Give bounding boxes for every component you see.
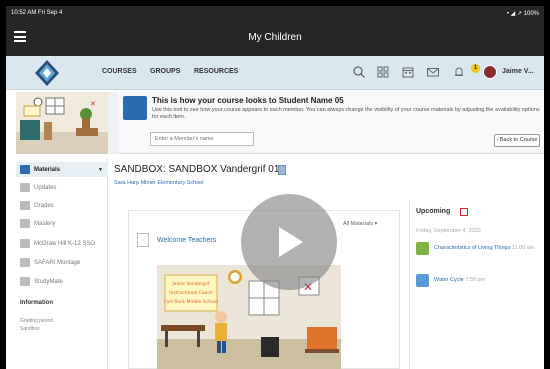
calendar-icon[interactable] xyxy=(401,65,415,79)
back-to-course-button[interactable]: ‹ Back to Course xyxy=(494,134,540,147)
grades-icon xyxy=(20,201,30,210)
app-screen: 10:52 AM Fri Sep 4 • ◢ ↗ 100% My Childre… xyxy=(6,6,544,369)
school-logo-icon[interactable] xyxy=(34,59,60,87)
grid-icon[interactable] xyxy=(376,65,390,79)
sidebar-item-materials[interactable]: Materials ▼ xyxy=(16,162,108,177)
mail-icon[interactable] xyxy=(426,65,440,79)
sidebar-item-label: SAFARI Montage xyxy=(34,259,81,266)
status-time: 10:52 AM Fri Sep 4 xyxy=(11,10,63,16)
sidebar-item-safari-montage[interactable]: SAFARI Montage xyxy=(16,255,108,270)
mcgraw-icon xyxy=(20,239,30,248)
sidebar-item-label: StudyMate xyxy=(34,278,63,285)
notification-badge: 1 xyxy=(471,64,480,73)
safari-icon xyxy=(20,258,30,267)
device-frame: 10:52 AM Fri Sep 4 • ◢ ↗ 100% My Childre… xyxy=(0,0,550,369)
page-icon xyxy=(137,233,149,247)
student-view-panel: This is how your course looks to Student… xyxy=(118,92,544,154)
assignment-icon xyxy=(416,274,429,287)
poster-line-1: Jaime Vandergrif xyxy=(171,281,210,287)
course-banner-image: ✕ xyxy=(16,92,108,154)
course-main: SANDBOX: SANDBOX Vandergrif 01 Sara Harp… xyxy=(114,158,544,369)
course-title: SANDBOX: SANDBOX Vandergrif 01 xyxy=(114,164,280,175)
sidebar-item-label: Grades xyxy=(34,202,54,209)
welcome-teachers-link[interactable]: Welcome Teachers xyxy=(157,237,216,244)
top-navigation: COURSES GROUPS RESOURCES 1 Jaime V... xyxy=(6,56,544,90)
upcoming-panel: Upcoming Friday, September 4, 2020 Chara… xyxy=(409,200,544,369)
materials-filter[interactable]: All Materials ▾ xyxy=(343,221,377,227)
avatar[interactable] xyxy=(483,65,497,79)
search-icon[interactable] xyxy=(352,65,366,79)
bell-icon[interactable] xyxy=(452,65,466,79)
course-options-icon[interactable] xyxy=(278,165,286,175)
sidebar-item-label: Materials xyxy=(34,166,61,173)
nav-resources[interactable]: RESOURCES xyxy=(194,68,238,75)
status-indicators: • ◢ ↗ 100% xyxy=(506,10,539,17)
nav-groups[interactable]: GROUPS xyxy=(150,68,180,75)
school-link[interactable]: Sara Harp Minter Elementary School xyxy=(114,180,204,186)
student-view-icon xyxy=(123,96,147,120)
studymate-icon xyxy=(20,277,30,286)
chevron-down-icon: ▼ xyxy=(98,166,103,173)
upcoming-item[interactable]: Water Cycle 7:59 pm xyxy=(416,274,544,290)
sidebar-item-studymate[interactable]: StudyMate xyxy=(16,274,108,289)
banner-title: This is how your course looks to Student… xyxy=(152,96,344,105)
play-video-button[interactable] xyxy=(241,194,337,290)
sidebar-item-mastery[interactable]: Mastery xyxy=(16,216,108,231)
user-menu[interactable]: Jaime V... xyxy=(502,68,534,75)
poster-line-2: Instructional Coach xyxy=(169,290,213,296)
mastery-icon xyxy=(20,219,30,228)
sidebar-item-label: McGraw Hill K-12 SSO xyxy=(34,240,96,247)
sidebar-item-label: Mastery xyxy=(34,220,56,227)
information-heading: Information xyxy=(20,300,53,306)
sidebar-item-grades[interactable]: Grades xyxy=(16,198,108,213)
banner-description: Use this tool to see how your course app… xyxy=(152,107,540,120)
poster-line-3: Fort Rock Middle School xyxy=(164,299,218,305)
course-sidebar: Materials ▼ Updates Grades Mastery McGra… xyxy=(16,158,108,369)
upcoming-date: Friday, September 4, 2020 xyxy=(416,228,481,234)
sidebar-item-mcgraw-hill[interactable]: McGraw Hill K-12 SSO xyxy=(16,236,108,251)
updates-icon xyxy=(20,183,30,192)
folder-icon xyxy=(20,165,30,174)
puzzle-icon xyxy=(416,242,429,255)
app-header: My Children xyxy=(6,20,544,56)
play-icon xyxy=(279,227,303,257)
page-title: My Children xyxy=(248,32,302,43)
sidebar-item-updates[interactable]: Updates xyxy=(16,180,108,195)
upcoming-item[interactable]: Characteristics of Living Things 11:00 a… xyxy=(416,242,544,258)
member-name-input[interactable] xyxy=(150,132,254,146)
upcoming-item-title: Water Cycle xyxy=(434,277,464,283)
nav-courses[interactable]: COURSES xyxy=(102,68,137,75)
grading-period-value: Sandbox xyxy=(20,326,40,332)
calendar-icon[interactable] xyxy=(460,208,468,216)
upcoming-item-title: Characteristics of Living Things xyxy=(434,245,511,251)
svg-text:✕: ✕ xyxy=(90,100,96,108)
sidebar-item-label: Updates xyxy=(34,184,57,191)
upcoming-title: Upcoming xyxy=(416,208,451,215)
status-bar: 10:52 AM Fri Sep 4 • ◢ ↗ 100% xyxy=(6,6,544,20)
preview-banner: ✕ This is how your course looks to Stude… xyxy=(16,92,544,154)
upcoming-item-time: 11:00 am xyxy=(511,245,535,251)
upcoming-item-time: 7:59 pm xyxy=(465,277,486,283)
grading-period-label: Grading period xyxy=(20,318,54,324)
